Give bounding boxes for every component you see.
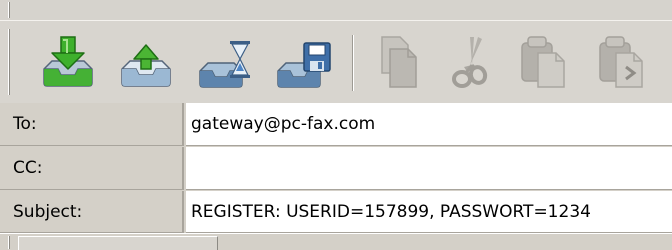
bottom-strip bbox=[0, 233, 672, 250]
to-row: To: gateway@pc-fax.com bbox=[0, 103, 672, 146]
to-field[interactable]: gateway@pc-fax.com bbox=[186, 103, 672, 146]
send-button[interactable] bbox=[116, 31, 176, 91]
top-menu-strip bbox=[0, 0, 672, 21]
toolbar bbox=[0, 20, 672, 103]
toolbar-separator bbox=[352, 35, 354, 91]
paste-button[interactable] bbox=[516, 31, 576, 91]
top-grip-handle[interactable] bbox=[8, 2, 11, 18]
cc-field[interactable] bbox=[186, 147, 672, 190]
copy-button[interactable] bbox=[368, 31, 428, 91]
bottom-grip-handle[interactable] bbox=[8, 236, 11, 249]
inbox-save-icon bbox=[277, 42, 331, 88]
subject-label: Subject: bbox=[0, 191, 184, 233]
paste-icon bbox=[521, 36, 565, 88]
cc-row: CC: bbox=[0, 147, 672, 190]
subject-field[interactable]: REGISTER: USERID=157899, PASSWORT=1234 bbox=[186, 191, 672, 233]
paste-special-button[interactable] bbox=[594, 31, 654, 91]
receive-button[interactable] bbox=[38, 31, 98, 91]
cut-button[interactable] bbox=[440, 31, 500, 91]
cut-scissors-icon bbox=[452, 37, 488, 88]
copy-icon bbox=[381, 36, 417, 88]
paste-special-icon bbox=[599, 36, 643, 88]
inbox-upload-icon bbox=[121, 44, 171, 87]
save-button[interactable] bbox=[274, 31, 334, 91]
inbox-download-icon bbox=[43, 36, 93, 87]
cc-label: CC: bbox=[0, 147, 184, 190]
pending-button[interactable] bbox=[196, 31, 256, 91]
inbox-pending-hourglass-icon bbox=[199, 41, 250, 88]
toolbar-grip-handle[interactable] bbox=[8, 29, 11, 95]
subject-row: Subject: REGISTER: USERID=157899, PASSWO… bbox=[0, 191, 672, 233]
to-label: To: bbox=[0, 103, 184, 146]
